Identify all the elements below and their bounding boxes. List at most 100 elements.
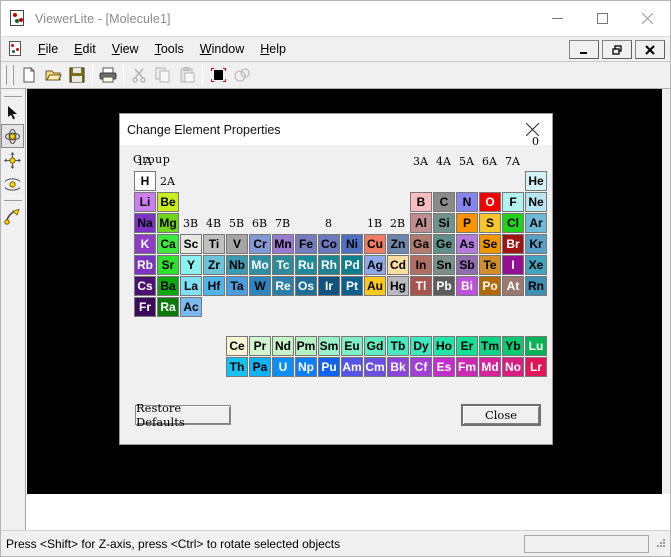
menu-edit[interactable]: Edit <box>66 39 104 59</box>
element-Au[interactable]: Au <box>364 276 386 296</box>
element-Cm[interactable]: Cm <box>364 357 386 377</box>
maximize-icon[interactable] <box>580 1 625 36</box>
element-Pm[interactable]: Pm <box>295 336 317 356</box>
element-At[interactable]: At <box>502 276 524 296</box>
element-U[interactable]: U <box>272 357 294 377</box>
element-Re[interactable]: Re <box>272 276 294 296</box>
minimize-icon[interactable] <box>535 1 580 36</box>
element-Sb[interactable]: Sb <box>456 255 478 275</box>
element-Rb[interactable]: Rb <box>134 255 156 275</box>
menu-help[interactable]: Help <box>252 39 294 59</box>
element-Th[interactable]: Th <box>226 357 248 377</box>
element-Br[interactable]: Br <box>502 234 524 254</box>
tool-strip-grip[interactable] <box>4 92 22 97</box>
element-Xe[interactable]: Xe <box>525 255 547 275</box>
element-Tc[interactable]: Tc <box>272 255 294 275</box>
menu-view[interactable]: View <box>104 39 147 59</box>
element-As[interactable]: As <box>456 234 478 254</box>
element-In[interactable]: In <box>410 255 432 275</box>
element-Be[interactable]: Be <box>157 192 179 212</box>
element-Lu[interactable]: Lu <box>525 336 547 356</box>
element-Tl[interactable]: Tl <box>410 276 432 296</box>
element-Sn[interactable]: Sn <box>433 255 455 275</box>
element-Pd[interactable]: Pd <box>341 255 363 275</box>
open-folder-icon[interactable] <box>41 64 65 87</box>
element-B[interactable]: B <box>410 192 432 212</box>
translate-tool[interactable] <box>1 148 24 172</box>
toolbar-grip[interactable] <box>4 65 7 85</box>
zoom-tool[interactable] <box>1 172 24 196</box>
element-Ho[interactable]: Ho <box>433 336 455 356</box>
element-Np[interactable]: Np <box>295 357 317 377</box>
print-icon[interactable] <box>96 64 120 87</box>
element-Li[interactable]: Li <box>134 192 156 212</box>
element-Er[interactable]: Er <box>456 336 478 356</box>
element-Te[interactable]: Te <box>479 255 501 275</box>
new-file-icon[interactable] <box>17 64 41 87</box>
element-Bk[interactable]: Bk <box>387 357 409 377</box>
element-Se[interactable]: Se <box>479 234 501 254</box>
element-K[interactable]: K <box>134 234 156 254</box>
element-Yb[interactable]: Yb <box>502 336 524 356</box>
element-Sc[interactable]: Sc <box>180 234 202 254</box>
element-Ac[interactable]: Ac <box>180 297 202 317</box>
toolbar-grip-2[interactable] <box>11 65 14 85</box>
element-Rn[interactable]: Rn <box>525 276 547 296</box>
element-Pb[interactable]: Pb <box>433 276 455 296</box>
element-C[interactable]: C <box>433 192 455 212</box>
element-Md[interactable]: Md <box>479 357 501 377</box>
element-Ru[interactable]: Ru <box>295 255 317 275</box>
element-W[interactable]: W <box>249 276 271 296</box>
save-disk-icon[interactable] <box>65 64 89 87</box>
element-Zr[interactable]: Zr <box>203 255 225 275</box>
mdi-close-button[interactable] <box>635 40 665 59</box>
element-Tb[interactable]: Tb <box>387 336 409 356</box>
element-Os[interactable]: Os <box>295 276 317 296</box>
element-H[interactable]: H <box>134 171 156 191</box>
element-Ni[interactable]: Ni <box>341 234 363 254</box>
resize-grip-icon[interactable] <box>653 537 667 551</box>
element-Zn[interactable]: Zn <box>387 234 409 254</box>
mdi-restore-button[interactable] <box>602 40 632 59</box>
element-Mg[interactable]: Mg <box>157 213 179 233</box>
element-Pa[interactable]: Pa <box>249 357 271 377</box>
element-O[interactable]: O <box>479 192 501 212</box>
element-Al[interactable]: Al <box>410 213 432 233</box>
select-all-icon[interactable] <box>206 64 230 87</box>
element-Ar[interactable]: Ar <box>525 213 547 233</box>
element-Pu[interactable]: Pu <box>318 357 340 377</box>
element-Tm[interactable]: Tm <box>479 336 501 356</box>
element-Fr[interactable]: Fr <box>134 297 156 317</box>
close-icon[interactable] <box>625 1 670 36</box>
element-Cl[interactable]: Cl <box>502 213 524 233</box>
element-La[interactable]: La <box>180 276 202 296</box>
element-Kr[interactable]: Kr <box>525 234 547 254</box>
element-Sm[interactable]: Sm <box>318 336 340 356</box>
element-Fe[interactable]: Fe <box>295 234 317 254</box>
menu-file[interactable]: File <box>30 39 66 59</box>
element-Ag[interactable]: Ag <box>364 255 386 275</box>
element-Ti[interactable]: Ti <box>203 234 225 254</box>
element-Ta[interactable]: Ta <box>226 276 248 296</box>
select-arrow-tool[interactable] <box>1 100 24 124</box>
element-Nd[interactable]: Nd <box>272 336 294 356</box>
element-Ce[interactable]: Ce <box>226 336 248 356</box>
element-He[interactable]: He <box>525 171 547 191</box>
element-Si[interactable]: Si <box>433 213 455 233</box>
torsion-tool[interactable] <box>1 204 24 228</box>
element-Nb[interactable]: Nb <box>226 255 248 275</box>
menu-window[interactable]: Window <box>192 39 252 59</box>
element-Dy[interactable]: Dy <box>410 336 432 356</box>
element-Bi[interactable]: Bi <box>456 276 478 296</box>
element-Gd[interactable]: Gd <box>364 336 386 356</box>
element-Mo[interactable]: Mo <box>249 255 271 275</box>
menu-tools[interactable]: Tools <box>147 39 192 59</box>
element-Es[interactable]: Es <box>433 357 455 377</box>
element-No[interactable]: No <box>502 357 524 377</box>
element-Pr[interactable]: Pr <box>249 336 271 356</box>
element-Ge[interactable]: Ge <box>433 234 455 254</box>
element-Sr[interactable]: Sr <box>157 255 179 275</box>
element-P[interactable]: P <box>456 213 478 233</box>
element-Hf[interactable]: Hf <box>203 276 225 296</box>
close-button[interactable]: Close <box>461 404 541 426</box>
